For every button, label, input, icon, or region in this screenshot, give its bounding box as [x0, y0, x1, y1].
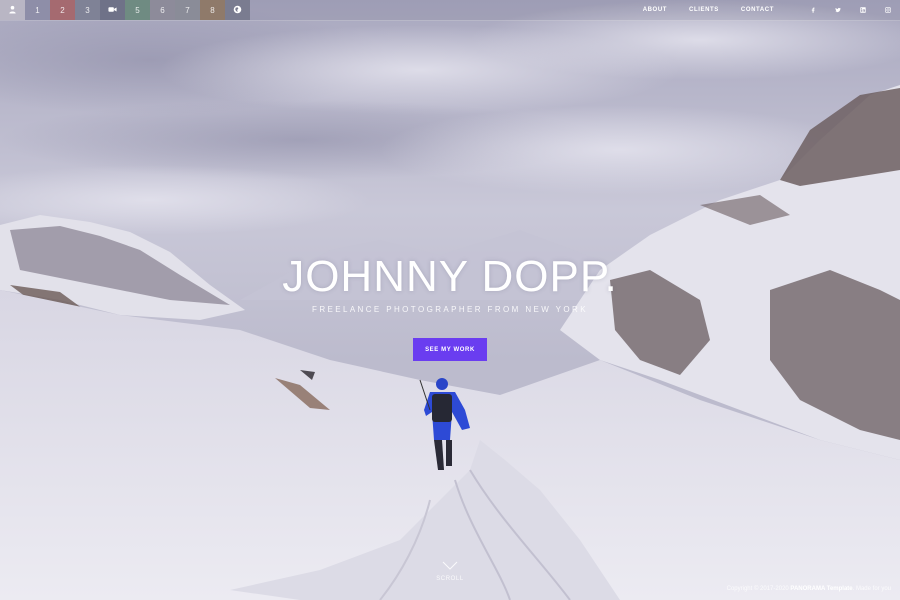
slide-thumb-label: 2: [60, 5, 65, 15]
footer-copyright: Copyright © 2017-2020 PANORAMA Template.…: [727, 586, 891, 592]
template-brand-link[interactable]: PANORAMA Template: [790, 586, 852, 592]
nav-link-about[interactable]: ABOUT: [643, 7, 667, 13]
main-nav: ABOUT CLIENTS CONTACT: [643, 0, 900, 20]
slide-thumb-label: 1: [35, 5, 40, 15]
globe-icon: [233, 5, 242, 16]
slide-thumb-3[interactable]: 2: [50, 0, 75, 20]
nav-link-contact[interactable]: CONTACT: [741, 7, 774, 13]
slide-thumb-label: 5: [135, 5, 140, 15]
slide-thumb-10[interactable]: [225, 0, 250, 20]
facebook-icon[interactable]: [800, 0, 825, 20]
scroll-label: SCROLL: [436, 576, 464, 582]
made-for-you-text: . Made for you: [852, 586, 891, 592]
slide-thumb-label: 8: [210, 5, 215, 15]
top-bar: 1 2 3 5 6 7 8 ABOUT CLIENTS CONTACT: [0, 0, 900, 21]
social-links: [800, 0, 900, 20]
slide-thumb-label: 7: [185, 5, 190, 15]
person-icon: [8, 5, 17, 16]
slide-thumb-label: 3: [85, 5, 90, 15]
hero-subtitle: FREELANCE PHOTOGRAPHER FROM NEW YORK: [312, 305, 588, 314]
slide-thumb-4[interactable]: 3: [75, 0, 100, 20]
copyright-text: Copyright © 2017-2020: [726, 586, 791, 592]
slide-thumb-9[interactable]: 8: [200, 0, 225, 20]
slide-thumb-1[interactable]: [0, 0, 25, 20]
slide-thumb-8[interactable]: 7: [175, 0, 200, 20]
chevron-down-icon: [442, 561, 458, 570]
video-camera-icon: [108, 5, 117, 16]
nav-link-clients[interactable]: CLIENTS: [689, 7, 719, 13]
slide-thumbnails: 1 2 3 5 6 7 8: [0, 0, 250, 20]
scroll-indicator[interactable]: SCROLL: [425, 560, 475, 582]
twitter-icon[interactable]: [825, 0, 850, 20]
linkedin-icon[interactable]: [850, 0, 875, 20]
slide-thumb-7[interactable]: 6: [150, 0, 175, 20]
slide-thumb-2[interactable]: 1: [25, 0, 50, 20]
slide-thumb-6[interactable]: 5: [125, 0, 150, 20]
see-my-work-button[interactable]: SEE MY WORK: [413, 338, 487, 361]
slide-thumb-5[interactable]: [100, 0, 125, 20]
instagram-icon[interactable]: [875, 0, 900, 20]
hero-title: JOHNNY DOPP.: [282, 252, 618, 301]
slide-thumb-label: 6: [160, 5, 165, 15]
